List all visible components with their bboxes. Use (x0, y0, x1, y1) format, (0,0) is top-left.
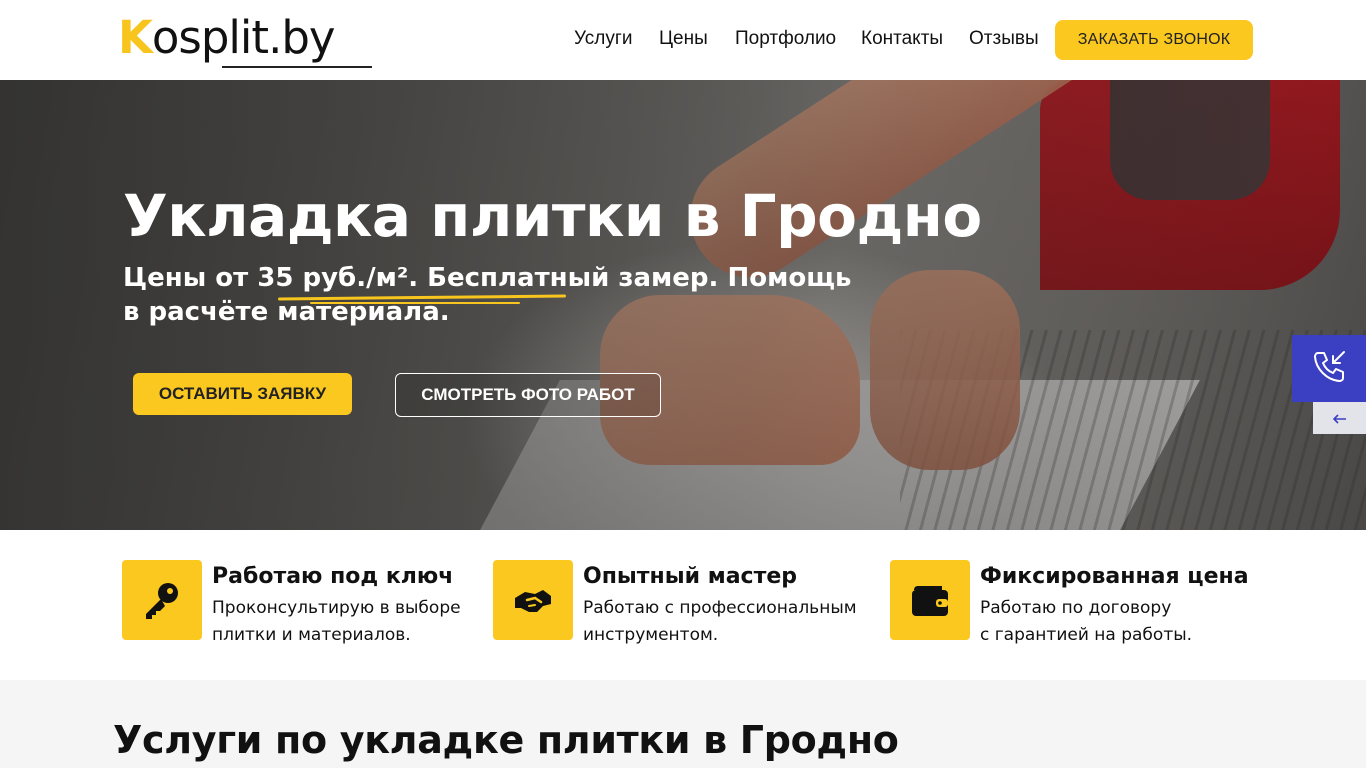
nav-services[interactable]: Услуги (574, 28, 632, 50)
feature-title-master: Опытный мастер (583, 564, 798, 589)
key-icon (122, 560, 202, 640)
hero-section: Укладка плитки в Гродно Цены от 35 руб./… (0, 80, 1366, 530)
nav-contacts[interactable]: Контакты (861, 28, 943, 50)
feature-text-fixed-price: Работаю по договору с гарантией на работ… (980, 595, 1192, 649)
logo-underline (222, 66, 372, 68)
callback-widget-button[interactable] (1292, 335, 1366, 402)
phone-incoming-icon (1309, 347, 1349, 391)
feature-title-turnkey: Работаю под ключ (212, 564, 454, 589)
feature-text-line: Работаю с профессиональным (583, 598, 857, 618)
feature-text-line: Проконсультирую в выборе (212, 598, 461, 618)
feature-text-turnkey: Проконсультирую в выборе плитки и матери… (212, 595, 461, 649)
logo-text-rest: osplit.by (151, 11, 336, 64)
nav-reviews[interactable]: Отзывы (969, 28, 1039, 50)
services-title: Услуги по укладке плитки в Гродно (113, 718, 899, 762)
view-photos-button[interactable]: СМОТРЕТЬ ФОТО РАБОТ (395, 373, 661, 417)
highlight-underline-2 (310, 302, 520, 304)
handshake-icon (493, 560, 573, 640)
features-section: Работаю под ключ Проконсультирую в выбор… (0, 530, 1366, 680)
hero-subtitle-highlight: Бесплатный замер. (427, 263, 719, 293)
order-call-button[interactable]: ЗАКАЗАТЬ ЗВОНОК (1055, 20, 1253, 60)
site-header: Kosplit.by Услуги Цены Портфолио Контакт… (0, 0, 1366, 80)
feature-text-line: плитки и материалов. (212, 625, 411, 645)
services-section: Услуги по укладке плитки в Гродно (0, 680, 1366, 768)
feature-text-master: Работаю с профессиональным инструментом. (583, 595, 857, 649)
hero-subtitle-prices: Цены от 35 руб./м². (123, 263, 428, 293)
feature-text-line: Работаю по договору (980, 598, 1172, 618)
feature-text-line: с гарантией на работы. (980, 625, 1193, 645)
widget-collapse-tab[interactable] (1313, 402, 1366, 434)
nav-prices[interactable]: Цены (659, 28, 708, 50)
logo[interactable]: Kosplit.by (118, 10, 376, 72)
logo-text: Kosplit.by (118, 11, 336, 64)
wallet-icon (890, 560, 970, 640)
leave-request-button[interactable]: ОСТАВИТЬ ЗАЯВКУ (133, 373, 352, 415)
logo-letter-k: K (118, 11, 153, 64)
hero-title: Укладка плитки в Гродно (123, 182, 982, 250)
arrow-left-icon (1332, 409, 1347, 428)
feature-title-fixed-price: Фиксированная цена (980, 564, 1249, 589)
feature-text-line: инструментом. (583, 625, 719, 645)
nav-portfolio[interactable]: Портфолио (735, 28, 836, 50)
